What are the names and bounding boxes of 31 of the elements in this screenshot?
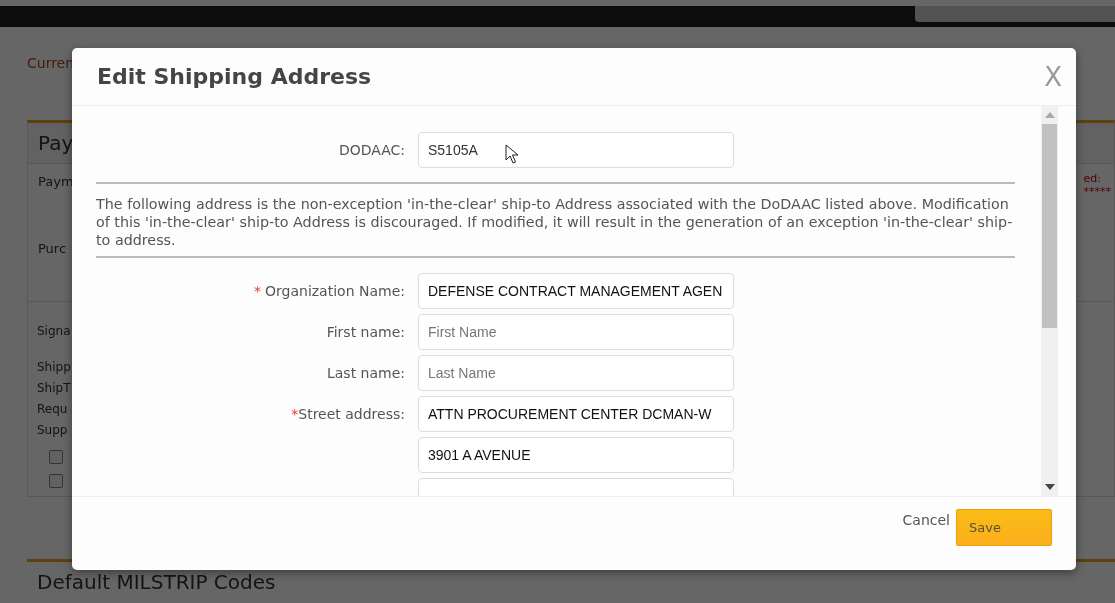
field-label: Last name:	[325, 365, 405, 381]
field-label: Purc	[38, 240, 67, 258]
field-label: Paym	[38, 173, 74, 191]
text-field[interactable]: First Name	[418, 314, 734, 350]
text-field[interactable]: 3901 A AVENUE	[418, 437, 734, 473]
field-label: *Street address:	[290, 406, 405, 422]
checkbox[interactable]	[49, 450, 63, 464]
text-field[interactable]: DEFENSE CONTRACT MANAGEMENT AGEN	[418, 273, 734, 309]
text-field[interactable]: Last Name	[418, 355, 734, 391]
pointer-icon	[505, 144, 519, 164]
text-field[interactable]: ATTN PROCUREMENT CENTER DCMAN-W	[418, 396, 734, 432]
notice-text: The following address is the non-exception 'in-the-clear' ship-to Address associated with the DoDAAC listed above. Modification of this 'in-the-clear' ship-to Address is discouraged. If modified, it will result in the generation of an exception 'in-the-clear' ship-to address.	[96, 195, 1014, 249]
dialog-title: Edit Shipping Address	[97, 64, 372, 89]
field-label: Signa	[37, 324, 71, 340]
field-label: ed:	[1083, 172, 1101, 185]
scrollbar-thumb[interactable]	[1042, 124, 1057, 328]
text-field[interactable]: S5105A	[418, 132, 734, 168]
field-label: Shipp	[37, 360, 71, 376]
search-field[interactable]	[915, 6, 1115, 22]
field-label: Supp	[37, 423, 68, 439]
field-label: ShipT	[37, 381, 71, 397]
field-label: First name:	[325, 324, 405, 340]
masked-value: *****	[1083, 185, 1111, 198]
field-label: * Organization Name:	[253, 283, 405, 299]
save-button[interactable]: Save	[956, 509, 1052, 546]
cancel-link[interactable]: Cancel	[902, 509, 950, 528]
field-label: DODAAC:	[337, 142, 405, 158]
scroll-up-icon[interactable]	[1044, 112, 1055, 118]
scroll-down-icon[interactable]	[1044, 484, 1055, 490]
checkbox[interactable]	[49, 474, 63, 488]
field-label: Requ	[37, 402, 68, 418]
